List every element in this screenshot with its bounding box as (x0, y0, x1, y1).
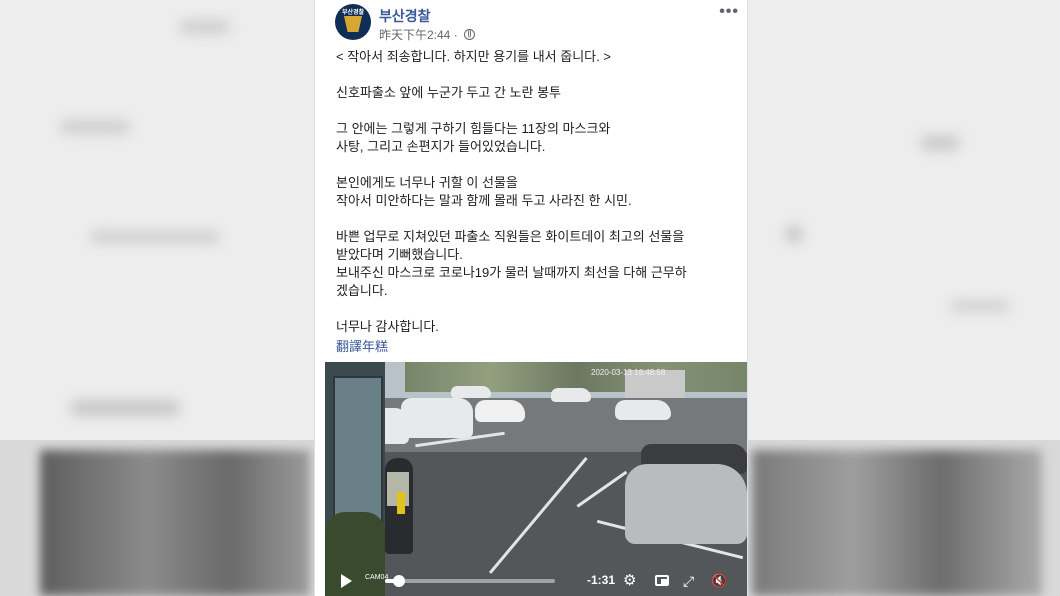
globe-icon (464, 29, 476, 40)
post-body: < 작아서 죄송합니다. 하지만 용기를 내서 줍니다. > 신호파출소 앞에 누… (336, 48, 736, 336)
avatar-label: 부산경찰 (341, 10, 365, 16)
facebook-post-card: 부산경찰 부산경찰 昨天下午2:44 · ••• < 작아서 죄송합니다. 하지… (314, 0, 748, 596)
cctv-timestamp: 2020-03-13 16:48:58 (591, 368, 666, 377)
post-text-line: 신호파출소 앞에 누군가 두고 간 노란 봉투 (336, 85, 561, 100)
post-text-line: 겠습니다. (336, 283, 388, 298)
post-timestamp[interactable]: 昨天下午2:44 · (379, 28, 458, 42)
time-remaining: -1:31 (587, 573, 616, 587)
gear-icon[interactable]: ⚙ (623, 573, 636, 589)
avatar[interactable]: 부산경찰 (335, 4, 371, 40)
page-name-link[interactable]: 부산경찰 (379, 6, 431, 26)
progress-handle[interactable] (392, 575, 405, 587)
more-options-icon[interactable]: ••• (719, 4, 739, 20)
post-text-line: 사탕, 그리고 손편지가 들어있었습니다. (336, 139, 546, 154)
post-text-line: 바쁜 업무로 지쳐있던 파출소 직원들은 화이트데이 최고의 선물을 (336, 229, 685, 244)
post-header: 부산경찰 부산경찰 昨天下午2:44 · ••• (335, 4, 738, 43)
post-text-line: 본인에게도 너무나 귀할 이 선물을 (336, 175, 518, 190)
post-text-line: 너무나 감사합니다. (336, 319, 439, 334)
post-text-line: 받았다며 기뻐했습니다. (336, 247, 463, 262)
muted-speaker-icon[interactable]: 🔇 (711, 573, 727, 589)
video-controls: -1:31 ⚙ ⤢ 🔇 (325, 566, 747, 596)
fullscreen-icon[interactable]: ⤢ (683, 573, 694, 589)
progress-bar[interactable] (385, 575, 555, 587)
post-text-line: 보내주신 마스크로 코로나19가 물러 날때까지 최선을 다해 근무하 (336, 265, 687, 280)
post-meta: 昨天下午2:44 · (379, 26, 476, 43)
post-text-line: 작아서 미안하다는 말과 함께 몰래 두고 사라진 한 시민. (336, 193, 632, 208)
video-player[interactable]: 2020-03-13 16:48:58 CAM04 -1:31 ⚙ ⤢ 🔇 (325, 362, 747, 596)
police-emblem-icon (344, 16, 362, 32)
picture-in-picture-icon[interactable] (655, 575, 669, 586)
post-text-line: < 작아서 죄송합니다. 하지만 용기를 내서 줍니다. > (336, 49, 611, 64)
see-translation-link[interactable]: 翻譯年糕 (336, 336, 388, 355)
post-text-line: 그 안에는 그렇게 구하기 힘들다는 11장의 마스크와 (336, 121, 611, 136)
play-icon[interactable] (341, 574, 352, 588)
